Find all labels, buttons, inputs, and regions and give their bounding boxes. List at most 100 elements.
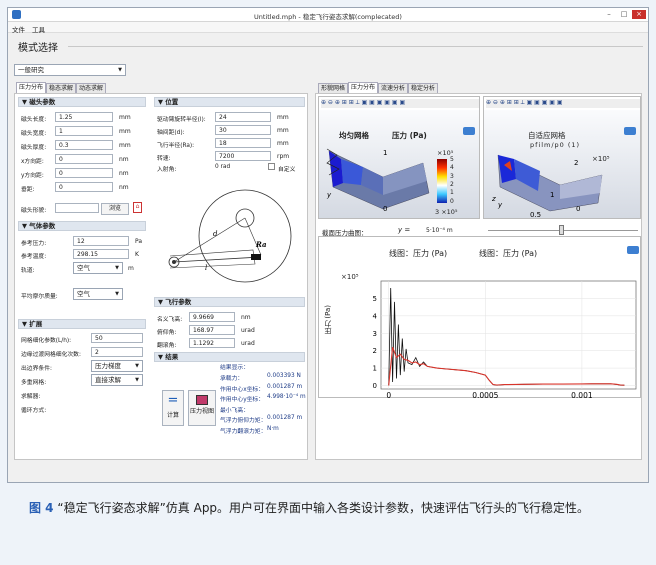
field-input[interactable]: 12 [73, 236, 129, 246]
gas-label: 轨道: [21, 268, 35, 274]
field-unit: nm [241, 314, 251, 321]
axis-y-right: y [497, 201, 503, 209]
field-label: 名义飞高: [157, 317, 183, 323]
colorbar-tick: 2 [450, 180, 454, 188]
section-results[interactable]: ▼ 结果 [154, 352, 305, 362]
axis-y-left: y [326, 191, 332, 199]
result-value: 0.001287 m [267, 383, 303, 390]
compute-button[interactable]: = 计算 [162, 390, 184, 426]
field-input[interactable]: 18 [215, 138, 271, 148]
colorbar-tick: 4 [450, 164, 454, 172]
molar-select[interactable]: 空气 ▼ [73, 288, 123, 300]
field-input[interactable]: 24 [215, 112, 271, 122]
plot-adaptive-mesh: ⊕ ⊖ ⊕ ⊞ ⊞ ⟂ ▣ ▣ ▣ ▣ ▣ 自适应网格 pfilm/p0 (1)… [483, 96, 641, 219]
tick-0-left: 0 [383, 205, 387, 213]
section-position[interactable]: ▼ 位置 [154, 97, 305, 107]
field-input[interactable]: 1 [55, 126, 113, 136]
minimize-icon[interactable]: – [602, 10, 616, 19]
mesh-label: 网格细化参数(L/h): [21, 338, 72, 344]
section-var: y = [398, 226, 411, 234]
pressure-line-chart: 5 4 3 2 1 0 0 0.0005 0.001 [373, 280, 637, 399]
heading-divider [68, 46, 643, 47]
field-input[interactable]: 0.3 [55, 140, 113, 150]
custom-checkbox[interactable] [268, 163, 275, 170]
field-unit: mm [277, 114, 289, 121]
refine-input[interactable]: 2 [91, 347, 143, 357]
surface-3d: y 1 0 [326, 148, 430, 213]
axis-z-right: z [491, 195, 496, 203]
y-tick-label: 0 [373, 382, 377, 390]
field-input[interactable]: 9.9669 [189, 312, 235, 322]
field-input[interactable]: 0 [55, 168, 113, 178]
colorbar-tick: 3 [450, 172, 454, 180]
chevron-down-icon: ▼ [135, 363, 139, 369]
field-label: y方向距: [21, 173, 44, 179]
field-input[interactable]: 1.25 [55, 112, 113, 122]
field-input[interactable]: 7200 [215, 151, 271, 161]
result-label: 作用中心y坐标： [220, 397, 265, 403]
chevron-down-icon: ▼ [115, 291, 119, 297]
plot-left-title2: 压力 (Pa) [392, 131, 427, 140]
close-icon[interactable]: × [632, 10, 646, 19]
field-input[interactable]: 0 [55, 154, 113, 164]
plot-frame [380, 280, 637, 390]
logo-icon [624, 127, 636, 135]
plot-toolbar-right[interactable]: ⊕ ⊖ ⊕ ⊞ ⊞ ⟂ ▣ ▣ ▣ ▣ ▣ [486, 99, 640, 108]
section-flight[interactable]: ▼ 飞行参数 [154, 297, 305, 307]
section-slider-thumb[interactable] [559, 225, 564, 235]
tick-05-right: 0.5 [530, 211, 541, 219]
tick-1-right: 1 [550, 191, 554, 199]
surface-3d-right: 2 1 0.5 0 z y [491, 154, 603, 219]
pdf-icon[interactable]: ⌂ [133, 202, 142, 213]
field-unit: mm [119, 142, 131, 149]
shape-input[interactable] [55, 203, 99, 213]
caption-body: “稳定飞行姿态求解”仿真 App。用户可在界面中输入各类设计参数，快速评估飞行头… [57, 501, 590, 515]
gas-select[interactable]: 空气 ▼ [73, 262, 123, 274]
refine-label: 边缘过渡网格细化次数: [21, 352, 81, 358]
section-magnet-params[interactable]: ▼ 磁头参数 [18, 97, 146, 107]
field-label: 磁头厚度: [21, 145, 47, 151]
multigrid-select[interactable]: 直接求解 ▼ [91, 374, 143, 386]
field-input[interactable]: 298.15 [73, 249, 129, 259]
x-tick-label: 0.001 [571, 391, 593, 399]
study-select[interactable]: 一般研究 ▼ [14, 64, 126, 76]
field-input[interactable]: 1.1292 [189, 338, 235, 348]
y-tick-label: 2 [373, 347, 377, 355]
mesh-input[interactable]: 50 [91, 333, 143, 343]
menu-tools[interactable]: 工具 [32, 24, 45, 34]
result-value: 0.001287 m [267, 415, 303, 421]
field-label: 参考压力: [21, 241, 47, 247]
menu-bar: 文件 工具 [8, 22, 648, 34]
field-input[interactable]: 168.97 [189, 325, 235, 335]
pressure-report-button[interactable]: 压力视图 [188, 390, 216, 426]
field-input[interactable]: 0 [55, 182, 113, 192]
geometry-diagram: d l Ra [168, 189, 292, 283]
colorbar-bottom: 3 ×10⁵ [435, 208, 458, 216]
molar-label: 平均摩尔质量: [21, 294, 58, 300]
field-label: 垂距: [21, 187, 35, 193]
caption-text: 图 4 “稳定飞行姿态求解”仿真 App。用户可在界面中输入各类设计参数，快速评… [29, 498, 649, 518]
section-gas-params[interactable]: ▼ 气体参数 [18, 221, 146, 231]
boundary-select[interactable]: 压力梯度 ▼ [91, 360, 143, 372]
browse-button[interactable]: 浏览 [101, 203, 129, 215]
result-label: 作用中心x坐标： [220, 386, 265, 393]
colorbar-tick: 0 [450, 197, 454, 205]
plot-toolbar[interactable]: ⊕ ⊖ ⊕ ⊞ ⊞ ⟂ ▣ ▣ ▣ ▣ ▣ ▣ [321, 99, 479, 108]
menu-file[interactable]: 文件 [12, 24, 25, 34]
caption-label: 图 4 [29, 501, 54, 515]
angle-value: 0 rad [215, 164, 231, 170]
result-label: 气浮力俯仰力矩： [220, 418, 267, 424]
chevron-down-icon: ▼ [115, 265, 119, 271]
figure-caption: 图 4 “稳定飞行姿态求解”仿真 App。用户可在界面中输入各类设计参数，快速评… [7, 488, 649, 563]
result-value: 0.003393 N [267, 373, 301, 379]
shape-label: 磁头形貌: [21, 208, 47, 214]
field-input[interactable]: 30 [215, 125, 271, 135]
field-unit: mm [277, 127, 289, 134]
plot-left-title1: 均匀网格 [339, 131, 369, 140]
tick-1-left: 1 [383, 149, 387, 157]
maximize-icon[interactable]: □ [617, 10, 631, 19]
section-expand[interactable]: ▼ 扩展 [18, 319, 146, 329]
field-label: 飞行半径(Ra): [157, 143, 195, 149]
gas-unit: m [128, 265, 134, 272]
line-plot-frame: 线图：压力 (Pa) 线图：压力 (Pa) ×10⁵ 压力 (Pa) 54321… [318, 236, 641, 399]
